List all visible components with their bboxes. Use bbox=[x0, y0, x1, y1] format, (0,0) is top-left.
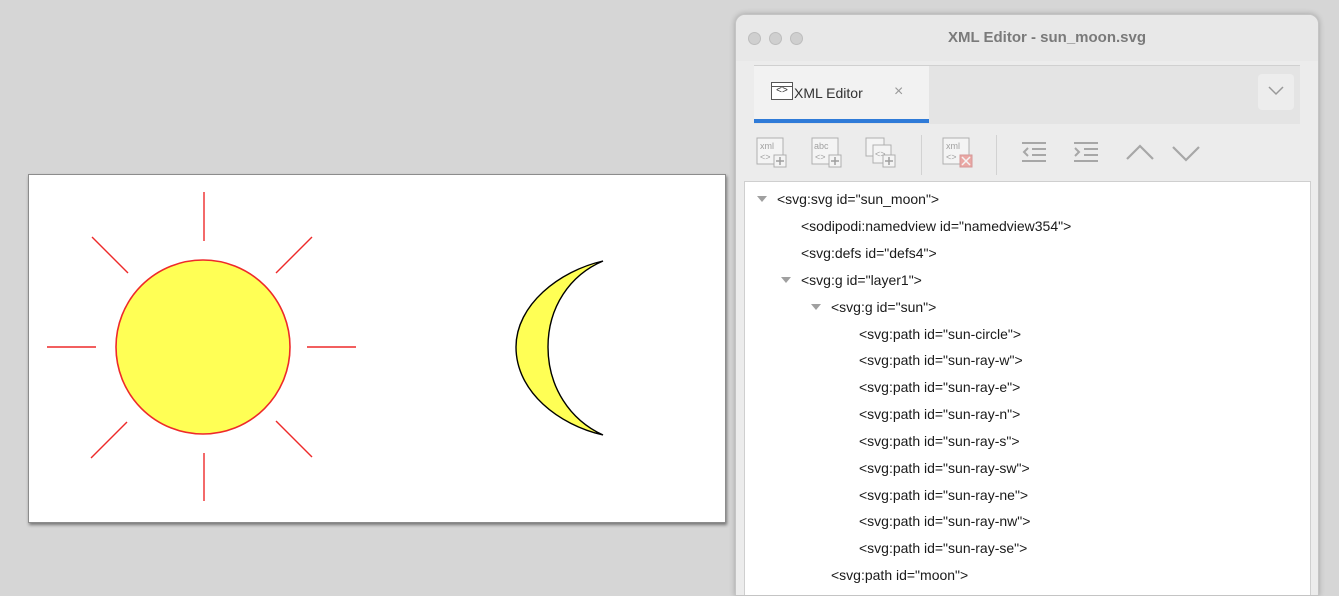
sun-ray-se[interactable] bbox=[275, 420, 313, 458]
delete-node-icon: xml <> bbox=[942, 137, 973, 168]
svg-text:xml: xml bbox=[760, 141, 774, 151]
unindent-node-button[interactable] bbox=[1018, 137, 1050, 169]
drawing-canvas[interactable] bbox=[28, 174, 726, 523]
tab-label: XML Editor bbox=[794, 85, 863, 101]
expand-triangle-icon[interactable] bbox=[757, 196, 767, 202]
window-title: XML Editor - sun_moon.svg bbox=[947, 29, 1147, 46]
delete-node-button[interactable]: xml <> bbox=[942, 137, 974, 169]
window-titlebar[interactable]: XML Editor - sun_moon.svg bbox=[736, 15, 1318, 61]
svg-text:<>: <> bbox=[946, 152, 957, 162]
new-element-node-button[interactable]: xml <> bbox=[756, 137, 788, 169]
xml-editor-window[interactable]: XML Editor - sun_moon.svg <> XML Editor … bbox=[735, 14, 1319, 596]
sun-ray-nw[interactable] bbox=[91, 236, 129, 274]
sun-ray-sw[interactable] bbox=[90, 421, 128, 459]
xml-editor-icon: <> bbox=[771, 82, 793, 100]
tab-xml-editor[interactable]: <> XML Editor × bbox=[754, 66, 929, 123]
duplicate-node-icon: <> bbox=[865, 137, 896, 168]
chevron-down-icon bbox=[1172, 146, 1200, 162]
raise-node-button[interactable] bbox=[1124, 137, 1156, 169]
tab-close-icon[interactable]: × bbox=[894, 83, 903, 101]
indent-node-button[interactable] bbox=[1070, 137, 1102, 169]
new-element-node-icon: xml <> bbox=[756, 137, 787, 168]
toolbar-separator bbox=[921, 135, 922, 175]
svg-text:xml: xml bbox=[946, 141, 960, 151]
expand-triangle-icon[interactable] bbox=[781, 277, 791, 283]
xml-toolbar: xml <> abc <> <> xml <> bbox=[736, 125, 1318, 180]
sun-circle[interactable] bbox=[115, 259, 291, 435]
xml-node-tree[interactable]: <svg:svg id="sun_moon"> <sodipodi:namedv… bbox=[744, 181, 1311, 595]
toolbar-separator bbox=[996, 135, 997, 175]
chevron-down-icon bbox=[1268, 86, 1284, 96]
svg-text:<>: <> bbox=[760, 152, 771, 162]
duplicate-node-button[interactable]: <> bbox=[865, 137, 897, 169]
sun-ray-ne[interactable] bbox=[275, 236, 313, 274]
sun-moon-drawing[interactable] bbox=[29, 175, 725, 522]
lower-node-button[interactable] bbox=[1170, 137, 1202, 169]
svg-text:abc: abc bbox=[814, 141, 829, 151]
tab-bar: <> XML Editor × bbox=[754, 65, 1300, 124]
chevron-up-icon bbox=[1126, 144, 1154, 160]
expand-triangle-icon[interactable] bbox=[811, 304, 821, 310]
new-text-node-button[interactable]: abc <> bbox=[811, 137, 843, 169]
tab-menu-button[interactable] bbox=[1258, 74, 1294, 110]
moon[interactable] bbox=[515, 260, 604, 436]
unindent-node-icon bbox=[1022, 142, 1046, 162]
indent-node-icon bbox=[1074, 142, 1098, 162]
sun-group[interactable] bbox=[47, 192, 356, 501]
new-text-node-icon: abc <> bbox=[811, 137, 842, 168]
svg-text:<>: <> bbox=[815, 152, 826, 162]
